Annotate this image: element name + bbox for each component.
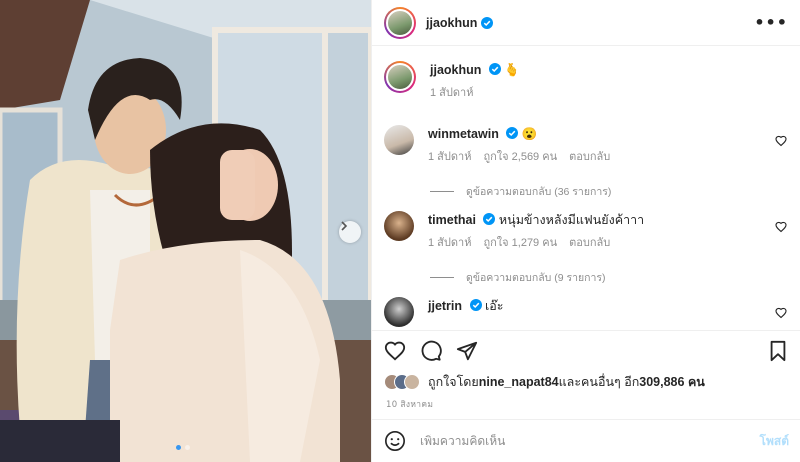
carousel-indicator bbox=[176, 445, 190, 450]
comment-item: jjetrin เอ๊ะ bbox=[384, 297, 789, 327]
chevron-right-icon bbox=[341, 221, 348, 231]
view-replies-button[interactable]: ดูข้อความตอบกลับ (36 รายการ) bbox=[430, 183, 789, 200]
smiley-icon[interactable] bbox=[384, 430, 406, 452]
author-username[interactable]: jjaokhun bbox=[426, 16, 477, 30]
comment-username[interactable]: jjetrin bbox=[428, 299, 462, 313]
verified-badge-icon bbox=[483, 213, 496, 225]
post-media-photo[interactable] bbox=[0, 0, 371, 462]
likes-summary: ถูกใจโดย nine_napat84 และคนอื่นๆ อีก 309… bbox=[384, 372, 705, 392]
paper-plane-icon[interactable] bbox=[456, 340, 478, 362]
comment-text: หนุ่มข้างหลังมีแฟนยังค้าาา bbox=[498, 213, 645, 227]
comment-time[interactable]: 1 สัปดาห์ bbox=[428, 147, 471, 165]
comment-likes[interactable]: ถูกใจ 1,279 คน bbox=[483, 233, 557, 251]
comment-item: timethai หนุ่มข้างหลังมีแฟนยังค้าาา 1 สั… bbox=[384, 211, 789, 297]
post-action-bar bbox=[372, 330, 800, 370]
comment-username[interactable]: winmetawin bbox=[428, 127, 499, 141]
post-comment-button[interactable]: โพสต์ bbox=[760, 432, 789, 451]
verified-badge-icon bbox=[469, 299, 482, 311]
post-details-panel: jjaokhun ••• jjaokhun 🫰 1 สัปดาห์ winmet… bbox=[371, 0, 800, 462]
author-avatar[interactable] bbox=[384, 6, 416, 39]
post-caption: jjaokhun 🫰 1 สัปดาห์ bbox=[384, 47, 789, 125]
comment-input[interactable] bbox=[420, 434, 760, 448]
caption-username[interactable]: jjaokhun bbox=[430, 63, 481, 77]
liked-by-suffix: และคนอื่นๆ อีก bbox=[558, 375, 640, 389]
caption-time[interactable]: 1 สัปดาห์ bbox=[430, 83, 473, 101]
comment-text: 😮 bbox=[521, 127, 538, 141]
comment-bubble-icon[interactable] bbox=[420, 340, 442, 362]
add-comment-bar: โพสต์ bbox=[372, 419, 800, 462]
comment-avatar[interactable] bbox=[384, 211, 414, 241]
comments-list[interactable]: jjaokhun 🫰 1 สัปดาห์ winmetawin 😮 1 สัปด… bbox=[372, 47, 800, 327]
photo-illustration bbox=[0, 0, 371, 462]
liker-avatars[interactable] bbox=[384, 374, 420, 390]
heart-icon[interactable] bbox=[775, 135, 787, 147]
reply-button[interactable]: ตอบกลับ bbox=[569, 233, 610, 251]
heart-icon[interactable] bbox=[775, 221, 787, 233]
comment-time[interactable]: 1 สัปดาห์ bbox=[428, 233, 471, 251]
caption-text: 🫰 bbox=[504, 63, 520, 77]
liked-by-count[interactable]: 309,886 คน bbox=[639, 372, 705, 392]
view-replies-label: ดูข้อความตอบกลับ (9 รายการ) bbox=[466, 272, 606, 284]
liker-avatar bbox=[404, 374, 420, 390]
liked-by-prefix: ถูกใจโดย bbox=[428, 375, 479, 389]
post-date[interactable]: 10 สิงหาคม bbox=[386, 397, 433, 411]
more-options-button[interactable]: ••• bbox=[754, 13, 788, 32]
verified-badge-icon bbox=[488, 63, 501, 75]
post-header: jjaokhun ••• bbox=[372, 0, 800, 46]
heart-icon[interactable] bbox=[384, 340, 406, 362]
comment-avatar[interactable] bbox=[384, 125, 414, 155]
comment-avatar[interactable] bbox=[384, 297, 414, 327]
comment-text: เอ๊ะ bbox=[485, 299, 504, 313]
comment-username[interactable]: timethai bbox=[428, 213, 476, 227]
carousel-dot bbox=[176, 445, 181, 450]
liked-by-user[interactable]: nine_napat84 bbox=[479, 375, 559, 389]
carousel-next-button[interactable] bbox=[339, 221, 361, 243]
reply-button[interactable]: ตอบกลับ bbox=[569, 147, 610, 165]
comment-item: winmetawin 😮 1 สัปดาห์ ถูกใจ 2,569 คน ตอ… bbox=[384, 125, 789, 211]
heart-icon[interactable] bbox=[775, 307, 787, 319]
verified-badge-icon bbox=[481, 16, 494, 29]
comment-likes[interactable]: ถูกใจ 2,569 คน bbox=[483, 147, 557, 165]
view-replies-label: ดูข้อความตอบกลับ (36 รายการ) bbox=[466, 186, 612, 198]
carousel-dot bbox=[185, 445, 190, 450]
verified-badge-icon bbox=[506, 127, 519, 139]
bookmark-icon[interactable] bbox=[767, 340, 789, 362]
view-replies-button[interactable]: ดูข้อความตอบกลับ (9 รายการ) bbox=[430, 269, 789, 286]
caption-avatar[interactable] bbox=[384, 61, 416, 93]
